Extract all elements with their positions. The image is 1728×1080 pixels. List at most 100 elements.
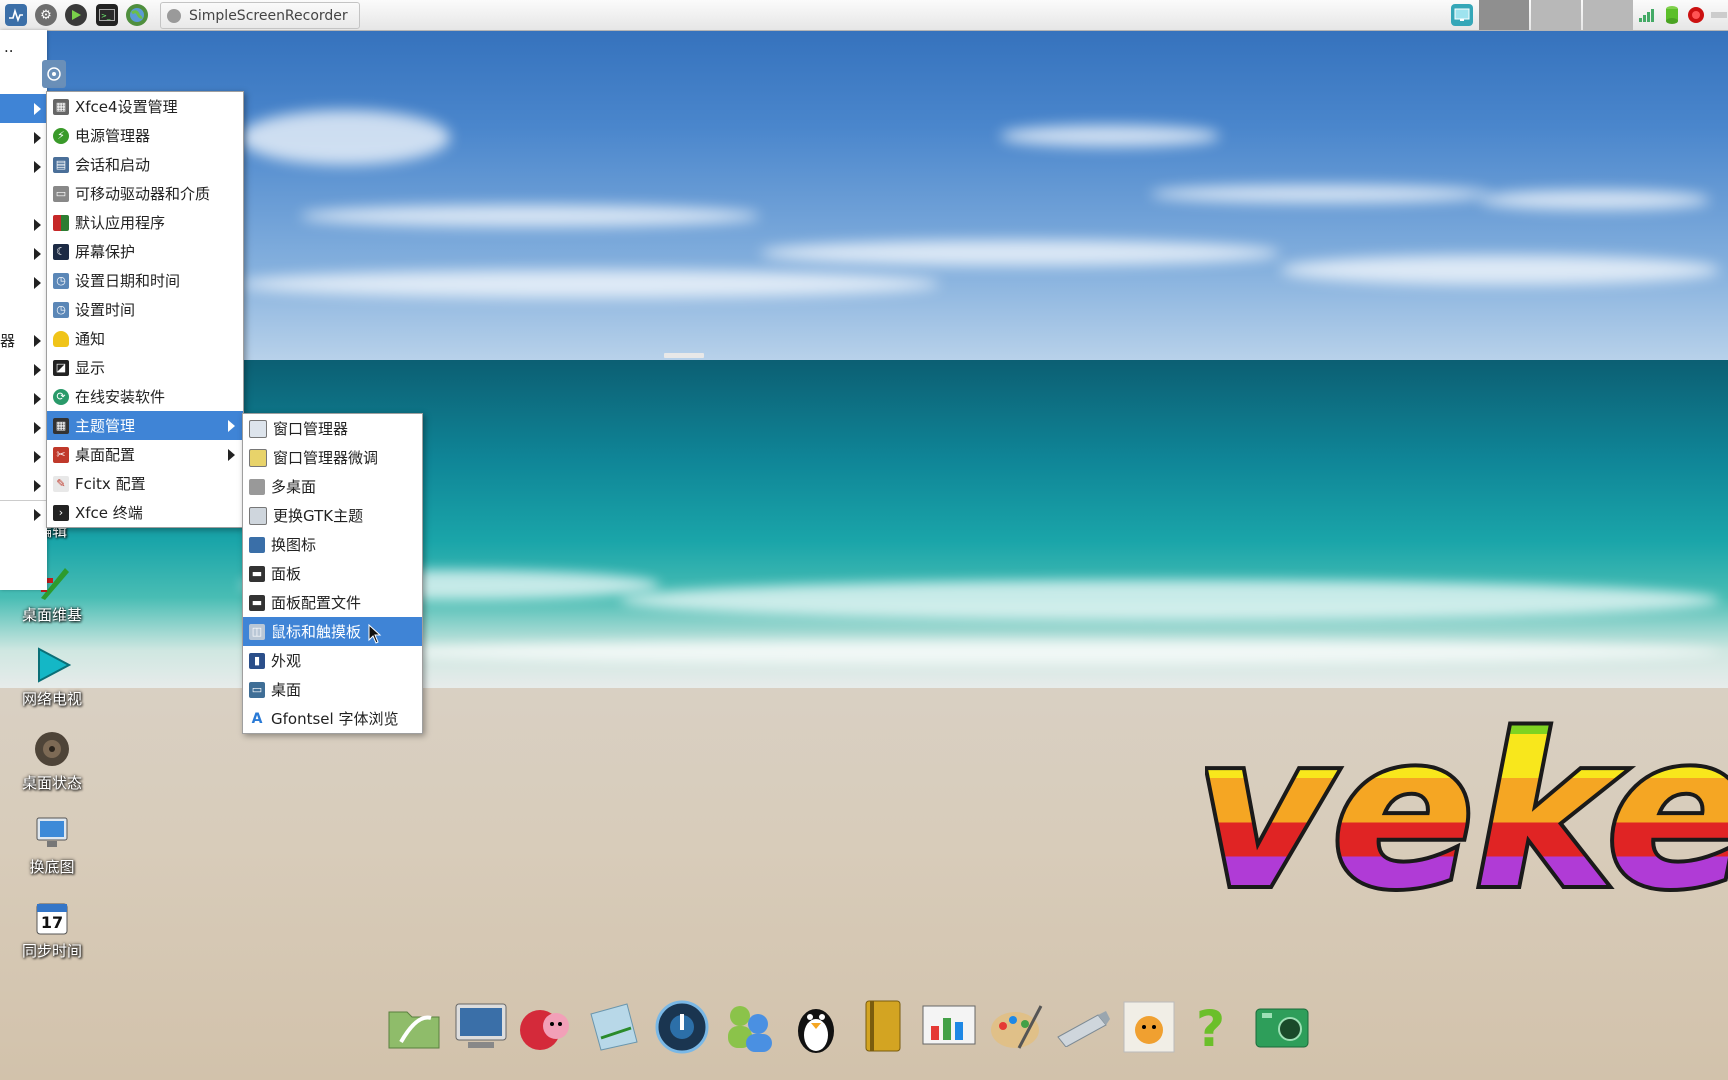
parent-menu-row[interactable] xyxy=(0,384,47,413)
parent-menu-row[interactable] xyxy=(0,442,47,471)
paint-icon[interactable] xyxy=(987,998,1045,1056)
desktop-icon-webtv[interactable]: 网络电视 xyxy=(2,646,102,709)
workspace-3[interactable] xyxy=(1583,0,1633,30)
menu-item-window-manager[interactable]: 窗口管理器 xyxy=(243,414,422,443)
parent-menu-selected-row[interactable] xyxy=(0,94,47,123)
parent-menu-row[interactable] xyxy=(0,471,47,500)
menu-item-label: 窗口管理器 xyxy=(273,420,349,438)
panel-profile-icon: ▬ xyxy=(249,594,265,611)
menu-item-desktop-config[interactable]: ✂ 桌面配置 xyxy=(47,440,243,469)
book-icon[interactable] xyxy=(854,998,912,1056)
volume-icon[interactable] xyxy=(1708,4,1728,26)
datetime-icon: ◷ xyxy=(53,272,69,289)
desktop-icon-sync-time[interactable]: 17 同步时间 xyxy=(2,898,102,961)
wallpaper-foam xyxy=(620,580,1720,620)
network-signal-icon[interactable] xyxy=(1636,4,1658,26)
menu-item-label: 多桌面 xyxy=(271,478,317,496)
users-icon[interactable] xyxy=(720,998,778,1056)
terminal-icon[interactable]: >_ xyxy=(96,4,118,26)
show-desktop-icon[interactable] xyxy=(1451,4,1473,26)
veket-app-icon[interactable] xyxy=(1120,998,1178,1056)
desktop-icon-status[interactable]: 桌面状态 xyxy=(2,730,102,793)
parent-menu-row[interactable] xyxy=(0,268,47,297)
menu-item-datetime[interactable]: ◷ 设置日期和时间 xyxy=(47,266,243,295)
bell-icon xyxy=(53,330,69,347)
workspaces-icon xyxy=(249,478,265,495)
parent-menu-row[interactable] xyxy=(0,210,47,239)
menu-item-xfce4-settings[interactable]: ▦ Xfce4设置管理 xyxy=(47,92,243,121)
menu-item-screensaver[interactable]: ☾ 屏幕保护 xyxy=(47,237,243,266)
settings-menu: ▦ Xfce4设置管理 ⚡ 电源管理器 ▤ 会话和启动 ▭ 可移动驱动器和介质 … xyxy=(46,91,244,528)
parent-menu-row[interactable] xyxy=(0,123,47,152)
storage-icon[interactable] xyxy=(1661,4,1683,26)
wallpaper-cloud xyxy=(240,110,450,165)
pet-icon[interactable] xyxy=(518,998,576,1056)
menu-item-power-manager[interactable]: ⚡ 电源管理器 xyxy=(47,121,243,150)
session-icon: ▤ xyxy=(53,156,69,173)
menu-item-gtk-theme[interactable]: 更换GTK主题 xyxy=(243,501,422,530)
parent-menu-row[interactable] xyxy=(0,355,47,384)
menu-item-session[interactable]: ▤ 会话和启动 xyxy=(47,150,243,179)
parent-menu-row[interactable] xyxy=(0,239,47,268)
menu-item-workspaces[interactable]: 多桌面 xyxy=(243,472,422,501)
task-button-simplescreenrecorder[interactable]: SimpleScreenRecorder xyxy=(160,2,360,29)
menu-item-fcitx-config[interactable]: ✎ Fcitx 配置 xyxy=(47,469,243,498)
change-icons-icon xyxy=(249,536,265,553)
presentation-icon[interactable] xyxy=(920,998,978,1056)
gear-icon[interactable]: ⚙ xyxy=(35,4,57,26)
menu-item-notifications[interactable]: 通知 xyxy=(47,324,243,353)
power-record-icon[interactable] xyxy=(1685,4,1707,26)
parent-menu-top-text: .. xyxy=(4,38,14,56)
penguin-icon[interactable] xyxy=(787,998,845,1056)
submenu-arrow-icon xyxy=(228,420,235,432)
submenu-arrow-icon xyxy=(34,335,41,347)
submenu-arrow-icon xyxy=(34,422,41,434)
workspace-2[interactable] xyxy=(1531,0,1581,30)
camera-icon[interactable] xyxy=(1253,998,1311,1056)
menu-item-change-icons[interactable]: 换图标 xyxy=(243,530,422,559)
media-player-icon[interactable] xyxy=(653,998,711,1056)
parent-menu-partial: .. 器 xyxy=(0,30,47,590)
menu-item-panel[interactable]: ▬ 面板 xyxy=(243,559,422,588)
file-manager-icon[interactable] xyxy=(385,998,443,1056)
wallpaper-foam xyxy=(380,640,1720,664)
menu-item-gfontsel[interactable]: A Gfontsel 字体浏览 xyxy=(243,704,422,733)
parent-menu-row[interactable] xyxy=(0,152,47,181)
menu-item-removable-drives[interactable]: ▭ 可移动驱动器和介质 xyxy=(47,179,243,208)
parent-menu-row[interactable] xyxy=(0,326,47,355)
menu-item-default-apps[interactable]: 默认应用程序 xyxy=(47,208,243,237)
menu-item-panel-profile[interactable]: ▬ 面板配置文件 xyxy=(243,588,422,617)
usb-drive-icon[interactable] xyxy=(1053,998,1111,1056)
workspace-1[interactable] xyxy=(1479,0,1529,30)
monitor-icon[interactable] xyxy=(452,998,510,1056)
globe-icon[interactable] xyxy=(126,4,148,26)
play-icon[interactable] xyxy=(65,4,87,26)
help-icon[interactable]: ? xyxy=(1186,998,1244,1056)
menu-item-desktop[interactable]: ▭ 桌面 xyxy=(243,675,422,704)
desktop-icon-wallpaper[interactable]: 换底图 xyxy=(2,814,102,877)
window-manager-icon xyxy=(249,419,267,438)
display-icon: ◪ xyxy=(53,359,69,376)
menu-item-appearance[interactable]: ▮ 外观 xyxy=(243,646,422,675)
menu-item-display[interactable]: ◪ 显示 xyxy=(47,353,243,382)
appearance-icon: ▮ xyxy=(249,652,265,669)
settings-manager-icon: ▦ xyxy=(53,98,69,115)
menu-item-wm-tweaks[interactable]: 窗口管理器微调 xyxy=(243,443,422,472)
system-monitor-icon[interactable] xyxy=(5,4,27,26)
menu-item-label: Xfce 终端 xyxy=(75,504,143,522)
notebook-icon[interactable] xyxy=(585,998,643,1056)
wallpaper-cloud xyxy=(1000,125,1220,147)
menu-item-xfce-terminal[interactable]: › Xfce 终端 xyxy=(47,498,243,527)
menu-item-online-install[interactable]: ⟳ 在线安装软件 xyxy=(47,382,243,411)
menu-item-mouse-touchpad[interactable]: ◫ 鼠标和触摸板 xyxy=(243,617,422,646)
parent-menu-row[interactable] xyxy=(0,413,47,442)
time-icon: ◷ xyxy=(53,301,69,318)
desktop-icon-label: 换底图 xyxy=(29,858,75,876)
submenu-arrow-icon xyxy=(34,480,41,492)
parent-menu-row[interactable] xyxy=(0,500,47,529)
menu-item-set-time[interactable]: ◷ 设置时间 xyxy=(47,295,243,324)
menu-item-theme-management[interactable]: ▦ 主题管理 xyxy=(47,411,243,440)
gtk-theme-icon xyxy=(249,506,267,525)
wallpaper-cloud xyxy=(240,270,940,298)
menu-item-label: Fcitx 配置 xyxy=(75,475,146,493)
